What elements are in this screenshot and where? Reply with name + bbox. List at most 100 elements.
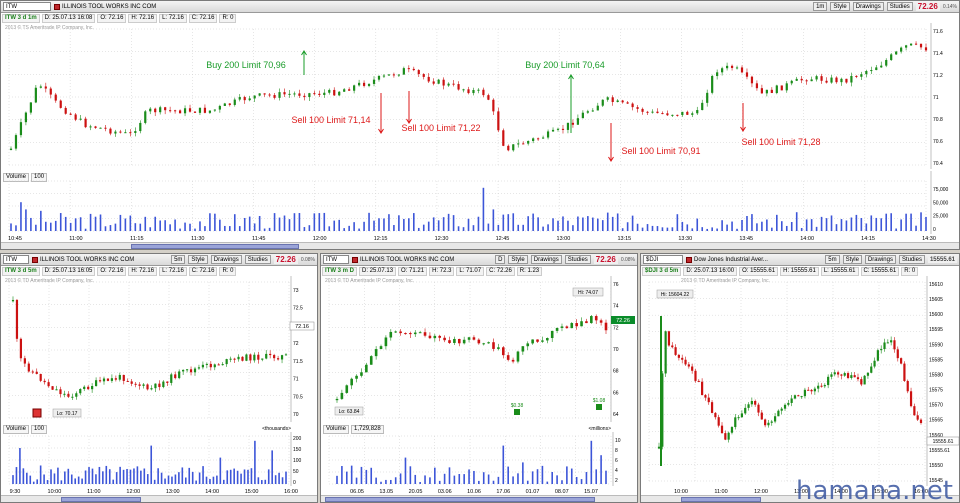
last-price: 15555.61 <box>927 256 957 263</box>
ohlc-bar: ITW 3 m D D: 25.07.13 O: 71.21 H: 72.3 L… <box>322 267 543 276</box>
candle-body <box>521 346 525 352</box>
scroll-thumb[interactable] <box>61 497 141 502</box>
volume-bar <box>247 469 249 484</box>
candle-body <box>651 111 654 113</box>
candle-body <box>541 137 545 139</box>
candle-body <box>890 54 893 61</box>
axis-label: 15565 <box>929 418 943 424</box>
volume-bar <box>336 475 338 484</box>
candle-body <box>335 398 339 401</box>
interval-button[interactable]: 5m <box>825 255 840 264</box>
scroll-thumb[interactable] <box>325 497 595 502</box>
candle-body <box>860 74 863 77</box>
candle-body <box>522 143 525 145</box>
symbol-input[interactable]: ITW <box>3 2 51 11</box>
candle-body <box>905 45 908 48</box>
volume-bar <box>146 474 149 484</box>
candle-body <box>182 369 185 372</box>
candle-body <box>64 107 67 114</box>
candle-body <box>69 113 72 115</box>
volume-bar <box>492 209 495 231</box>
candle-body <box>126 380 129 382</box>
scroll-thumb[interactable] <box>681 497 761 502</box>
style-button[interactable]: Style <box>842 255 862 264</box>
volume-bar <box>621 228 624 231</box>
drawings-button[interactable]: Drawings <box>852 2 884 11</box>
middle-price-chart[interactable]: 76 74 72 70 68 66 64 72.26 Hi: 74.07 Lo: 63.84 $0.… <box>321 276 637 422</box>
volume-bar <box>587 216 589 231</box>
candle-body <box>372 79 376 84</box>
volume-bar <box>592 217 594 231</box>
volume-bar <box>189 223 191 231</box>
volume-bar <box>721 220 723 231</box>
candle-body <box>19 338 23 359</box>
top-scrollbar[interactable] <box>1 242 959 249</box>
candle-body <box>139 122 142 132</box>
candle-body <box>492 99 495 112</box>
axis-label: 15610 <box>929 282 943 288</box>
volume-bar <box>160 472 163 484</box>
middle-volume-chart[interactable]: 10 8 6 4 2 <box>321 432 637 486</box>
drawings-button[interactable]: Drawings <box>530 255 562 264</box>
candle-body <box>773 416 777 422</box>
top-price-chart[interactable]: 71.6 71.4 71.2 71 70.8 70.6 70.4 Buy 200 Limit … <box>1 23 959 169</box>
volume-bar <box>572 225 574 231</box>
candle-body <box>757 404 760 413</box>
symbol-input[interactable]: ITW <box>3 255 29 264</box>
scroll-thumb[interactable] <box>131 244 299 249</box>
axis-label: 15580 <box>929 372 943 378</box>
volume-bar <box>375 477 377 484</box>
candle-body <box>599 320 603 323</box>
candle-body <box>492 342 495 349</box>
percent-change: 0.08% <box>620 256 635 263</box>
volume-bar <box>88 467 90 484</box>
style-button[interactable]: Style <box>188 255 208 264</box>
style-button[interactable]: Style <box>830 2 850 11</box>
volume-bar <box>651 225 654 231</box>
volume-bar <box>641 227 644 231</box>
left-price-chart[interactable]: 7372.572.167271.57170.57072.16Lo: 70.17 <box>1 276 317 422</box>
candle-body <box>585 321 588 324</box>
drawings-button[interactable]: Drawings <box>210 255 242 264</box>
right-price-chart[interactable]: 15610 15605 15600 15595 15590 15585 15580 15575… <box>641 276 959 486</box>
volume-bar <box>380 481 382 484</box>
left-scrollbar[interactable] <box>1 495 317 502</box>
candle-body <box>880 65 883 68</box>
candle-body <box>174 110 177 112</box>
last-price: 72.26 <box>593 255 618 264</box>
interval-button[interactable]: D <box>495 255 506 264</box>
volume-bar <box>512 476 514 484</box>
top-volume-chart[interactable]: 75,000 50,000 25,000 0 <box>1 171 959 234</box>
middle-scrollbar[interactable] <box>321 495 637 502</box>
top-toolbar: ITW ILLINOIS TOOL WORKS INC COM 1m Style… <box>1 1 959 13</box>
candle-body <box>641 108 644 112</box>
interval-button[interactable]: 5m <box>171 255 186 264</box>
interval-button[interactable]: 1m <box>813 2 828 11</box>
candle-body <box>706 92 709 103</box>
candle-body <box>345 385 349 393</box>
drawings-button[interactable]: Drawings <box>864 255 896 264</box>
studies-button[interactable]: Studies <box>898 255 925 264</box>
volume-bar <box>333 220 336 231</box>
left-volume-chart[interactable]: 200 150 100 50 0 <box>1 432 317 486</box>
volume-bar <box>171 476 173 484</box>
volume-bar <box>343 228 345 231</box>
candle-body <box>144 111 147 123</box>
symbol-input[interactable]: $DJI <box>643 255 683 264</box>
studies-button[interactable]: Studies <box>564 255 591 264</box>
studies-button[interactable]: Studies <box>886 2 913 11</box>
candle-body <box>437 79 440 84</box>
symbol-input[interactable]: ITW <box>323 255 349 264</box>
candle-body <box>79 118 82 120</box>
candle-body <box>23 358 26 364</box>
axis-label: 6 <box>615 458 618 464</box>
studies-button[interactable]: Studies <box>244 255 271 264</box>
style-button[interactable]: Style <box>508 255 528 264</box>
candle-body <box>691 366 694 371</box>
candle-body <box>348 89 351 91</box>
axis-label: 71.6 <box>933 29 943 35</box>
candle-body <box>382 75 386 77</box>
candle-body <box>149 108 152 112</box>
candle-body <box>276 358 280 360</box>
right-toolbar: $DJI Dow Jones Industrial Aver... 5m Sty… <box>641 254 959 266</box>
